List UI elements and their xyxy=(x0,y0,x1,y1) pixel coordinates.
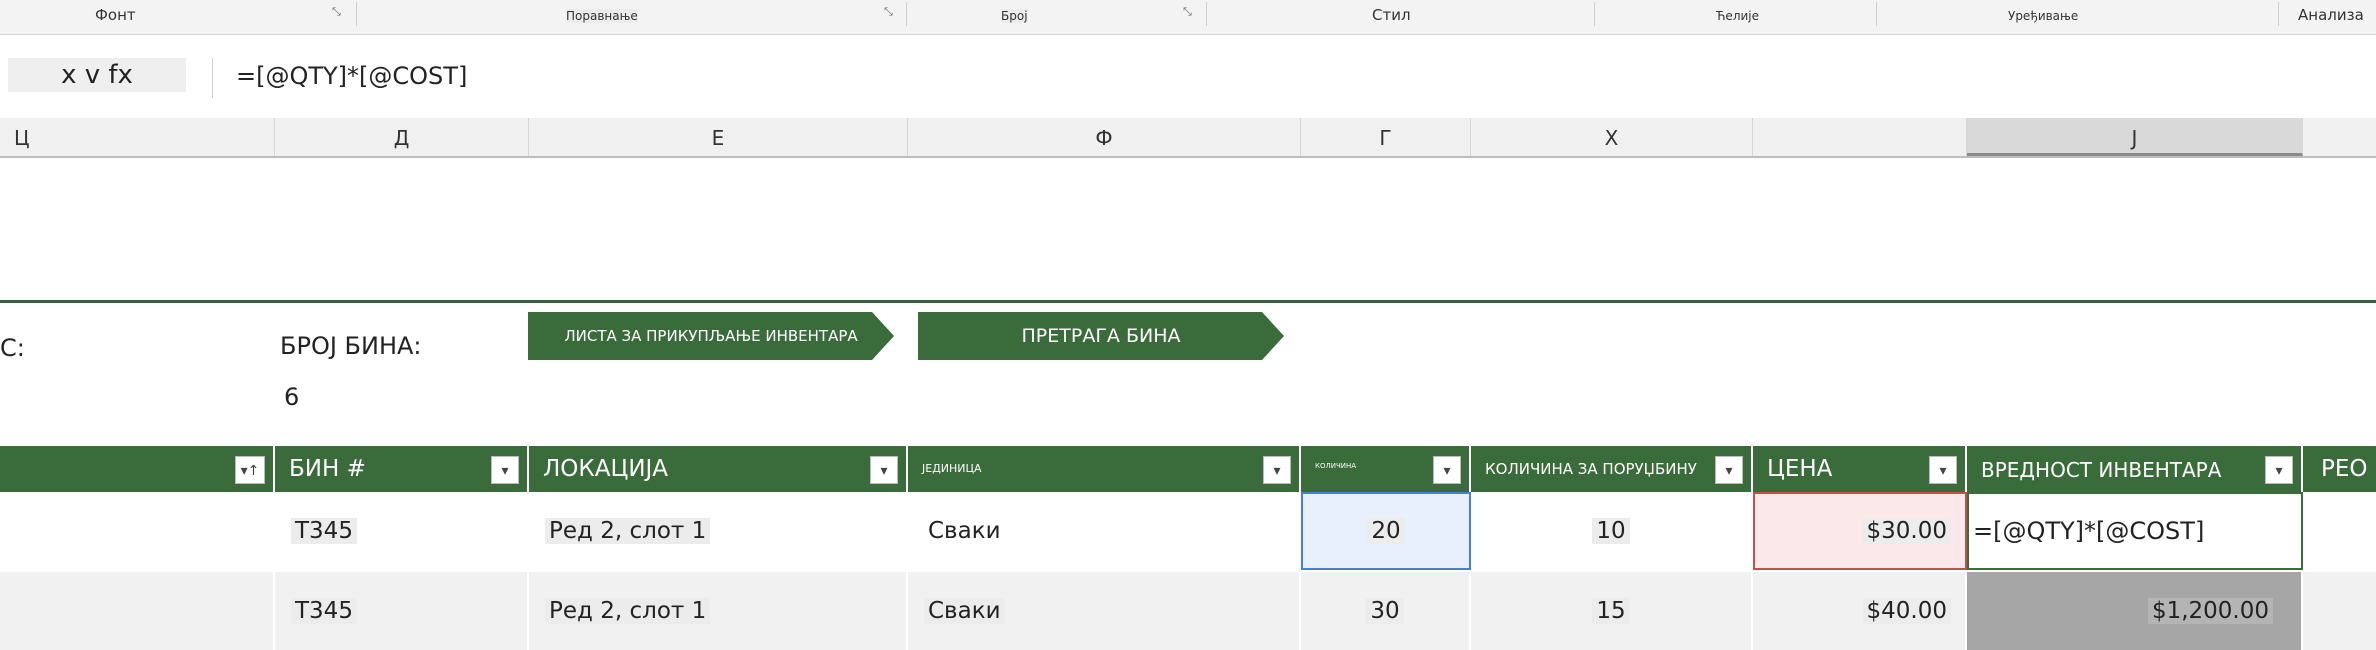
column-header-h[interactable]: Х xyxy=(1471,118,1753,156)
column-header-d[interactable]: Д xyxy=(275,118,529,156)
column-header-f[interactable]: Ф xyxy=(908,118,1301,156)
filter-dropdown-icon[interactable]: ▾ xyxy=(491,456,519,484)
header-label-qty: КОЛИЧИНА xyxy=(1315,462,1357,470)
column-header-c[interactable]: Ц xyxy=(0,118,275,156)
cell-cost-text: $30.00 xyxy=(1862,518,1951,544)
row-spacer-cell[interactable] xyxy=(0,492,275,570)
ribbon-separator xyxy=(356,2,357,26)
header-label-cost: ЦЕНА xyxy=(1767,456,1833,482)
table-header-location: ЛОКАЦИЈА ▾ xyxy=(529,446,908,492)
header-label-reorder: КОЛИЧИНА ЗА ПОРУЏБИНУ xyxy=(1485,460,1697,478)
cell-reorder-text: 10 xyxy=(1592,518,1630,544)
column-header-g[interactable]: Г xyxy=(1301,118,1471,156)
header-label-unit: ЈЕДИНИЦА xyxy=(922,462,982,475)
cell-reorder[interactable]: 15 xyxy=(1471,572,1753,650)
header-label-location: ЛОКАЦИЈА xyxy=(543,456,669,482)
table-header-cost: ЦЕНА ▾ xyxy=(1753,446,1967,492)
cell-bin[interactable]: Т345 xyxy=(275,572,529,650)
filter-dropdown-icon[interactable]: ▾ xyxy=(1263,456,1291,484)
row-spacer-cell[interactable] xyxy=(0,572,275,650)
cell-value-formula: =[@QTY]*[@COST] xyxy=(1973,517,2205,545)
table-row: Т345 Ред 2, слот 1 Сваки 30 15 $40.00 $1… xyxy=(0,572,2376,650)
cell-cost-text: $40.00 xyxy=(1862,598,1951,624)
sort-dropdown-icon[interactable]: ▾↑ xyxy=(235,456,265,484)
table-header-qty: КОЛИЧИНА ▾ xyxy=(1301,446,1471,492)
cell-reorder[interactable]: 10 xyxy=(1471,492,1753,570)
column-headers: Ц Д Е Ф Г Х J xyxy=(0,118,2376,158)
filter-dropdown-icon[interactable]: ▾ xyxy=(1715,456,1743,484)
filter-dropdown-icon[interactable]: ▾ xyxy=(2265,456,2293,484)
ribbon-separator xyxy=(906,2,907,26)
cell-location[interactable]: Ред 2, слот 1 xyxy=(529,492,908,570)
header-label-reo: РЕО xyxy=(2321,456,2368,482)
cell-location-text: Ред 2, слот 1 xyxy=(545,518,711,544)
cell-unit-text: Сваки xyxy=(924,598,1005,624)
column-header-j[interactable]: J xyxy=(1967,118,2303,156)
header-label-value: ВРЕДНОСТ ИНВЕНТАРА xyxy=(1981,458,2222,482)
ribbon-group-editing[interactable]: Уређивање xyxy=(2008,9,2078,23)
filter-dropdown-icon[interactable]: ▾ xyxy=(1929,456,1957,484)
font-dialog-launcher-icon[interactable]: ⤡ xyxy=(332,5,341,19)
table-header-bin: БИН # ▾ xyxy=(275,446,529,492)
cell-value-editing[interactable]: =[@QTY]*[@COST] xyxy=(1967,492,2303,570)
alignment-dialog-launcher-icon[interactable]: ⤡ xyxy=(884,5,893,19)
table-header-sort: ▾↑ xyxy=(0,446,275,492)
cell-qty[interactable]: 30 xyxy=(1301,572,1471,650)
ribbon-group-font[interactable]: Фонт xyxy=(95,6,136,24)
formula-input[interactable]: =[@QTY]*[@COST] xyxy=(236,62,467,90)
cell-bin[interactable]: Т345 xyxy=(275,492,529,570)
table-row: Т345 Ред 2, слот 1 Сваки 20 10 $30.00 =[… xyxy=(0,492,2376,570)
cell-cost-selected[interactable]: $30.00 xyxy=(1753,492,1967,570)
cell-bin-text: Т345 xyxy=(291,598,357,624)
table-header-reo: РЕО xyxy=(2303,446,2376,492)
bin-count-label: БРОЈ БИНА: xyxy=(280,332,422,360)
name-box[interactable]: x v fx xyxy=(8,58,186,92)
bin-search-button[interactable]: ПРЕТРАГА БИНА xyxy=(918,312,1284,360)
ribbon-group-styles[interactable]: Стил xyxy=(1372,6,1411,24)
table-header: ▾↑ БИН # ▾ ЛОКАЦИЈА ▾ ЈЕДИНИЦА ▾ КОЛИЧИН… xyxy=(0,446,2376,492)
ribbon-separator xyxy=(1206,2,1207,26)
cell-qty-text: 20 xyxy=(1367,518,1405,544)
number-dialog-launcher-icon[interactable]: ⤡ xyxy=(1183,5,1192,19)
ribbon-group-cells[interactable]: Ћелије xyxy=(1716,9,1759,23)
table-header-unit: ЈЕДИНИЦА ▾ xyxy=(908,446,1301,492)
cell-location-text: Ред 2, слот 1 xyxy=(545,598,711,624)
ribbon-separator xyxy=(1594,2,1595,26)
column-header-i[interactable] xyxy=(1753,118,1967,156)
header-label-bin: БИН # xyxy=(289,456,366,482)
sheet-area[interactable] xyxy=(0,158,2376,300)
cell-cost[interactable]: $40.00 xyxy=(1753,572,1967,650)
cell-unit[interactable]: Сваки xyxy=(908,572,1301,650)
inventory-list-button[interactable]: ЛИСТА ЗА ПРИКУПЉАЊЕ ИНВЕНТАРА xyxy=(528,312,894,360)
cell-unit[interactable]: Сваки xyxy=(908,492,1301,570)
ribbon-group-number[interactable]: Број xyxy=(1001,9,1028,23)
cell-reorder-text: 15 xyxy=(1592,598,1630,624)
ribbon-separator xyxy=(1876,2,1877,26)
ribbon-separator xyxy=(2278,2,2279,26)
filter-dropdown-icon[interactable]: ▾ xyxy=(1433,456,1461,484)
ribbon-group-alignment[interactable]: Поравнање xyxy=(566,9,638,23)
cell-bin-text: Т345 xyxy=(291,518,357,544)
table-header-reorder: КОЛИЧИНА ЗА ПОРУЏБИНУ ▾ xyxy=(1471,446,1753,492)
cell-location[interactable]: Ред 2, слот 1 xyxy=(529,572,908,650)
cell-value[interactable]: $1,200.00 xyxy=(1967,572,2303,650)
cell-value-text: $1,200.00 xyxy=(2147,598,2273,624)
column-header-e[interactable]: Е xyxy=(529,118,908,156)
filter-dropdown-icon[interactable]: ▾ xyxy=(870,456,898,484)
ribbon-group-analysis[interactable]: Анализа xyxy=(2298,6,2364,24)
cell-qty-text: 30 xyxy=(1366,598,1404,624)
cell-unit-text: Сваки xyxy=(928,518,1001,544)
cell-qty-selected[interactable]: 20 xyxy=(1301,492,1471,570)
bin-count-value: 6 xyxy=(284,383,300,411)
formula-bar-divider xyxy=(212,58,213,98)
ribbon: Фонт ⤡ Поравнање ⤡ Број ⤡ Стил Ћелије Ур… xyxy=(0,0,2376,35)
divider-line xyxy=(0,300,2376,303)
table-header-value: ВРЕДНОСТ ИНВЕНТАРА ▾ xyxy=(1967,446,2303,492)
left-label: С: xyxy=(0,334,25,362)
